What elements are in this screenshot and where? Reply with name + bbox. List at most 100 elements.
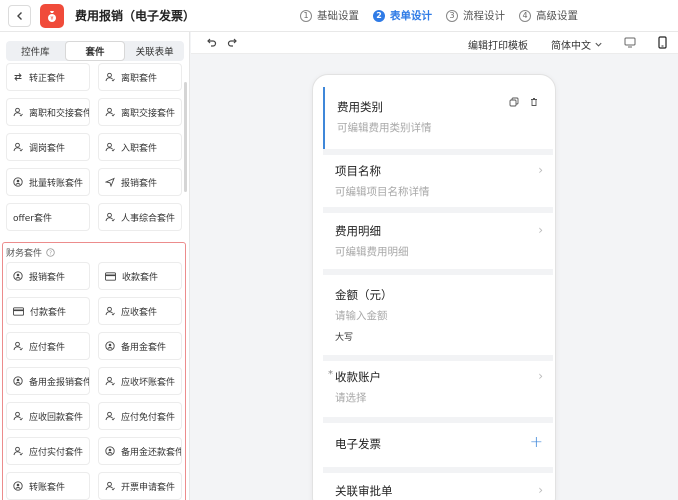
finance-kits-title: 财务套件 — [6, 249, 43, 259]
user-icon — [13, 142, 23, 152]
redo-icon[interactable] — [227, 36, 239, 48]
plane-icon — [105, 177, 115, 187]
help-icon[interactable]: ? — [46, 248, 55, 257]
kit-label: 人事综合套件 — [121, 213, 176, 224]
kit-item[interactable]: 转正套件 — [6, 63, 90, 91]
delete-icon[interactable] — [529, 97, 539, 107]
kit-item[interactable]: 应付套件 — [6, 332, 90, 360]
undo-icon[interactable] — [205, 36, 217, 48]
kit-item[interactable]: 报销套件 — [6, 262, 90, 290]
kit-label: 备用金套件 — [121, 342, 167, 353]
field-label: 项目名称 — [335, 164, 381, 178]
step-number: 4 — [519, 9, 531, 22]
kit-label: 应付免付套件 — [121, 412, 176, 423]
app-title: 费用报销（电子发票） — [75, 9, 196, 23]
form-field-project-name[interactable]: 项目名称 可编辑项目名称详情 › — [323, 155, 553, 207]
kit-item[interactable]: 备用金套件 — [98, 332, 182, 360]
form-field-amount[interactable]: 金额（元） 请输入金额 大写 — [323, 275, 553, 355]
mobile-view-icon[interactable] — [658, 36, 667, 49]
kit-item[interactable]: offer套件 — [6, 203, 90, 231]
kit-label: 批量转账套件 — [29, 178, 84, 189]
circle-user-icon — [105, 446, 115, 456]
kit-item[interactable]: 转账套件 — [6, 472, 90, 500]
tab-control-library[interactable]: 控件库 — [6, 41, 65, 61]
kit-label: 报销套件 — [121, 178, 158, 189]
chevron-left-icon — [16, 12, 22, 20]
kit-label: 离职套件 — [121, 73, 158, 84]
kit-label: 调岗套件 — [29, 143, 66, 154]
chevron-right-icon: › — [538, 163, 543, 177]
form-field-payee-account[interactable]: * 收款账户 请选择 › — [323, 361, 553, 417]
kit-item[interactable]: 报销套件 — [98, 168, 182, 196]
kit-item[interactable]: 备用金还款套件 — [98, 437, 182, 465]
user-icon — [105, 107, 115, 117]
kit-item[interactable]: 应收坏账套件 — [98, 367, 182, 395]
kit-item[interactable]: 应收套件 — [98, 297, 182, 325]
svg-text:?: ? — [49, 251, 52, 257]
top-bar: ¥ 费用报销（电子发票） 1 基础设置 2 表单设计 3 流程设计 4 高级设置 — [0, 0, 678, 32]
language-select[interactable]: 简体中文 — [551, 37, 603, 52]
form-field-e-invoice[interactable]: 电子发票 + — [323, 423, 553, 467]
kit-item[interactable]: 应收回款套件 — [6, 402, 90, 430]
form-field-related-approval[interactable]: 关联审批单 › — [323, 473, 553, 500]
money-bag-icon: ¥ — [48, 11, 56, 22]
back-button[interactable] — [8, 5, 31, 27]
user-icon — [105, 411, 115, 421]
user-icon — [105, 212, 115, 222]
user-icon — [13, 107, 23, 117]
kit-label: 应收坏账套件 — [121, 377, 176, 388]
circle-user-icon — [13, 481, 23, 491]
tab-kits[interactable]: 套件 — [64, 41, 126, 61]
step-nav: 1 基础设置 2 表单设计 3 流程设计 4 高级设置 — [300, 8, 578, 23]
kit-item[interactable]: 应付实付套件 — [6, 437, 90, 465]
kit-label: 离职交接套件 — [121, 108, 176, 119]
step-basic-settings[interactable]: 1 基础设置 — [300, 8, 359, 23]
user-icon — [105, 142, 115, 152]
field-label: 金额（元） — [335, 288, 393, 302]
copy-icon[interactable] — [509, 97, 519, 107]
step-process-design[interactable]: 3 流程设计 — [446, 8, 505, 23]
form-field-expense-detail[interactable]: 费用明细 可编辑费用明细 › — [323, 213, 553, 269]
panel-scrollbar[interactable] — [184, 82, 187, 192]
kit-item[interactable]: 应付免付套件 — [98, 402, 182, 430]
form-field-expense-category[interactable]: 费用类别 可编辑费用类别详情 — [323, 87, 553, 149]
kit-item[interactable]: 人事综合套件 — [98, 203, 182, 231]
panel-tabs: 控件库 套件 关联表单 — [6, 41, 184, 61]
kit-item[interactable]: 批量转账套件 — [6, 168, 90, 196]
kit-item[interactable]: 离职套件 — [98, 63, 182, 91]
card-icon — [105, 271, 116, 281]
amount-uppercase-label: 大写 — [335, 333, 354, 343]
edit-print-template-button[interactable]: 编辑打印模板 — [468, 37, 528, 52]
field-hint: 可编辑费用类别详情 — [337, 122, 432, 134]
step-label: 高级设置 — [536, 10, 578, 22]
field-label: 费用类别 — [337, 100, 383, 114]
field-label: 收款账户 — [335, 370, 381, 384]
step-label: 基础设置 — [317, 10, 359, 22]
component-panel: 控件库 套件 关联表单 转正套件 离职套件离职和交接套件 离职交接套件调岗套件 入职套… — [0, 32, 190, 500]
field-label: 费用明细 — [335, 224, 381, 238]
user-icon — [13, 446, 23, 456]
kit-item[interactable]: 备用金报销套件 — [6, 367, 90, 395]
user-icon — [105, 481, 115, 491]
kit-item[interactable]: 入职套件 — [98, 133, 182, 161]
user-icon — [13, 411, 23, 421]
field-hint: 可编辑费用明细 — [335, 246, 409, 258]
kit-item[interactable]: 调岗套件 — [6, 133, 90, 161]
step-number: 3 — [446, 9, 458, 22]
field-label: 关联审批单 — [335, 484, 393, 498]
step-advanced-settings[interactable]: 4 高级设置 — [519, 8, 578, 23]
switch-icon — [14, 73, 22, 81]
add-icon[interactable]: + — [530, 432, 543, 451]
kit-item[interactable]: 付款套件 — [6, 297, 90, 325]
kit-item[interactable]: 离职交接套件 — [98, 98, 182, 126]
kit-label: 付款套件 — [30, 307, 67, 318]
desktop-view-icon[interactable] — [624, 37, 636, 48]
step-form-design[interactable]: 2 表单设计 — [373, 8, 432, 23]
finance-kits-heading: 财务套件 ? — [6, 246, 55, 259]
tab-related-forms[interactable]: 关联表单 — [125, 41, 184, 61]
kit-item[interactable]: 开票申请套件 — [98, 472, 182, 500]
kit-label: 入职套件 — [121, 143, 158, 154]
kit-item[interactable]: 收款套件 — [98, 262, 182, 290]
circle-user-icon — [13, 376, 23, 386]
kit-item[interactable]: 离职和交接套件 — [6, 98, 90, 126]
